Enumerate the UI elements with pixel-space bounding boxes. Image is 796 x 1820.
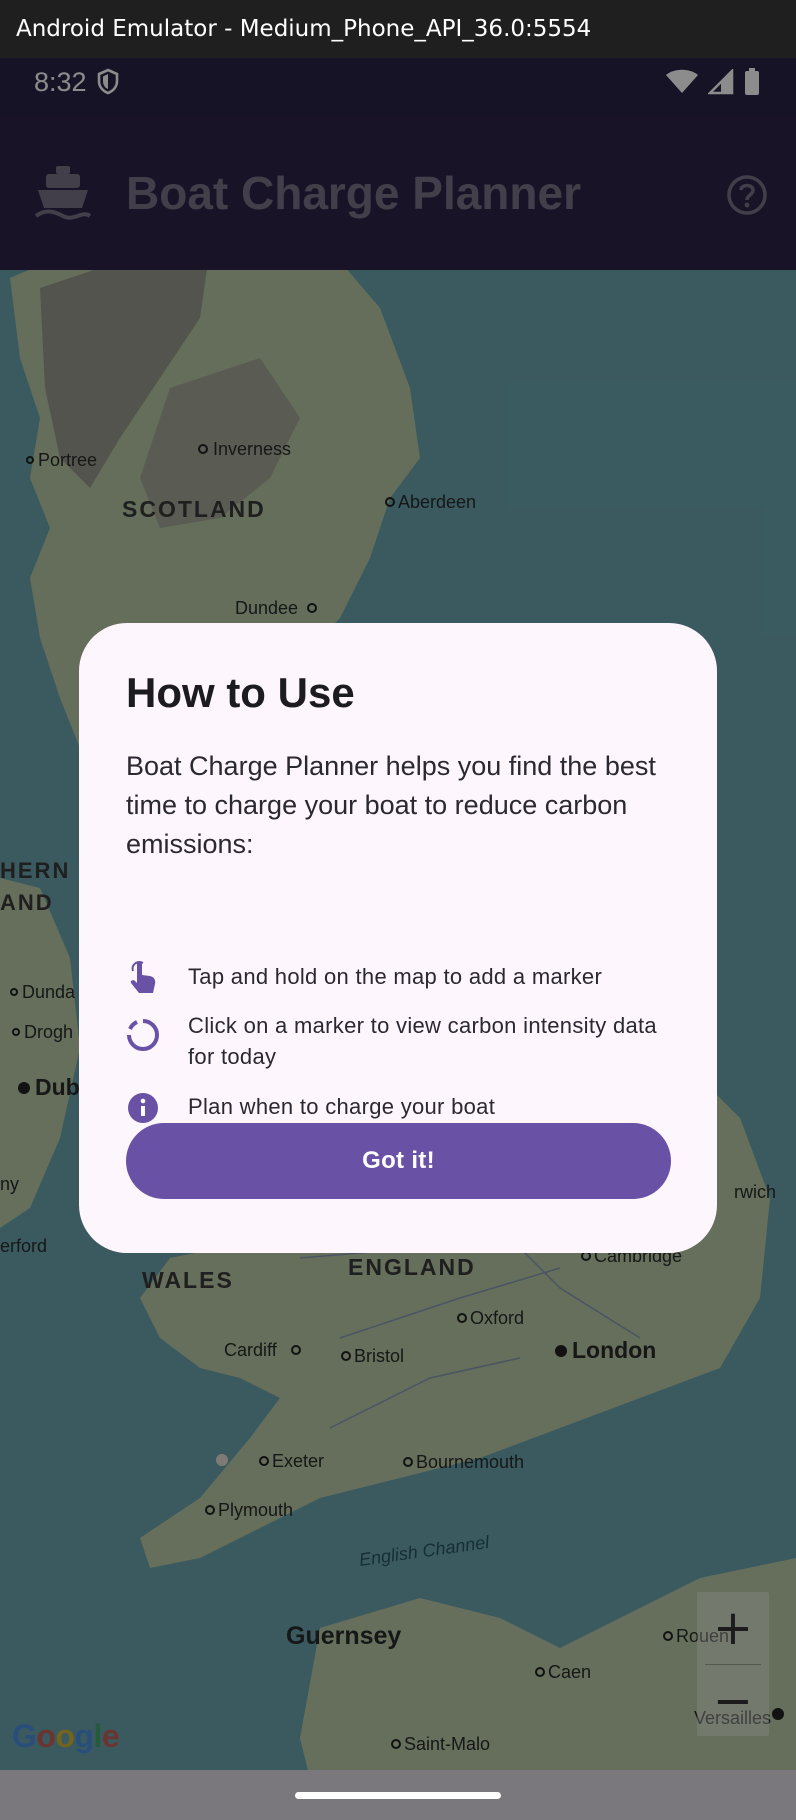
how-to-use-dialog: How to Use Boat Charge Planner helps you… [79, 623, 717, 1253]
dialog-intro: Boat Charge Planner helps you find the b… [126, 751, 656, 859]
step-item: Tap and hold on the map to add a marker [126, 961, 668, 995]
loading-icon [126, 1018, 160, 1052]
step-item: Plan when to charge your boat [126, 1091, 668, 1125]
info-icon [126, 1091, 160, 1125]
dialog-title: How to Use [126, 669, 355, 716]
step-text: Plan when to charge your boat [188, 1094, 496, 1119]
phone-screen: Portree Inverness SCOTLAND Aberdeen Dund… [0, 58, 796, 1820]
step-text: Tap and hold on the map to add a marker [188, 964, 603, 989]
got-it-label: Got it! [362, 1147, 435, 1174]
step-text: Click on a marker to view carbon intensi… [188, 1013, 657, 1069]
emulator-title-bar: Android Emulator - Medium_Phone_API_36.0… [0, 0, 796, 58]
step-item: Click on a marker to view carbon intensi… [126, 1010, 668, 1072]
home-gesture-handle[interactable] [295, 1792, 501, 1799]
window-title: Android Emulator - Medium_Phone_API_36.0… [16, 16, 592, 42]
got-it-button[interactable]: Got it! [126, 1123, 671, 1199]
navigation-bar [0, 1770, 796, 1820]
touch-icon [126, 961, 160, 995]
